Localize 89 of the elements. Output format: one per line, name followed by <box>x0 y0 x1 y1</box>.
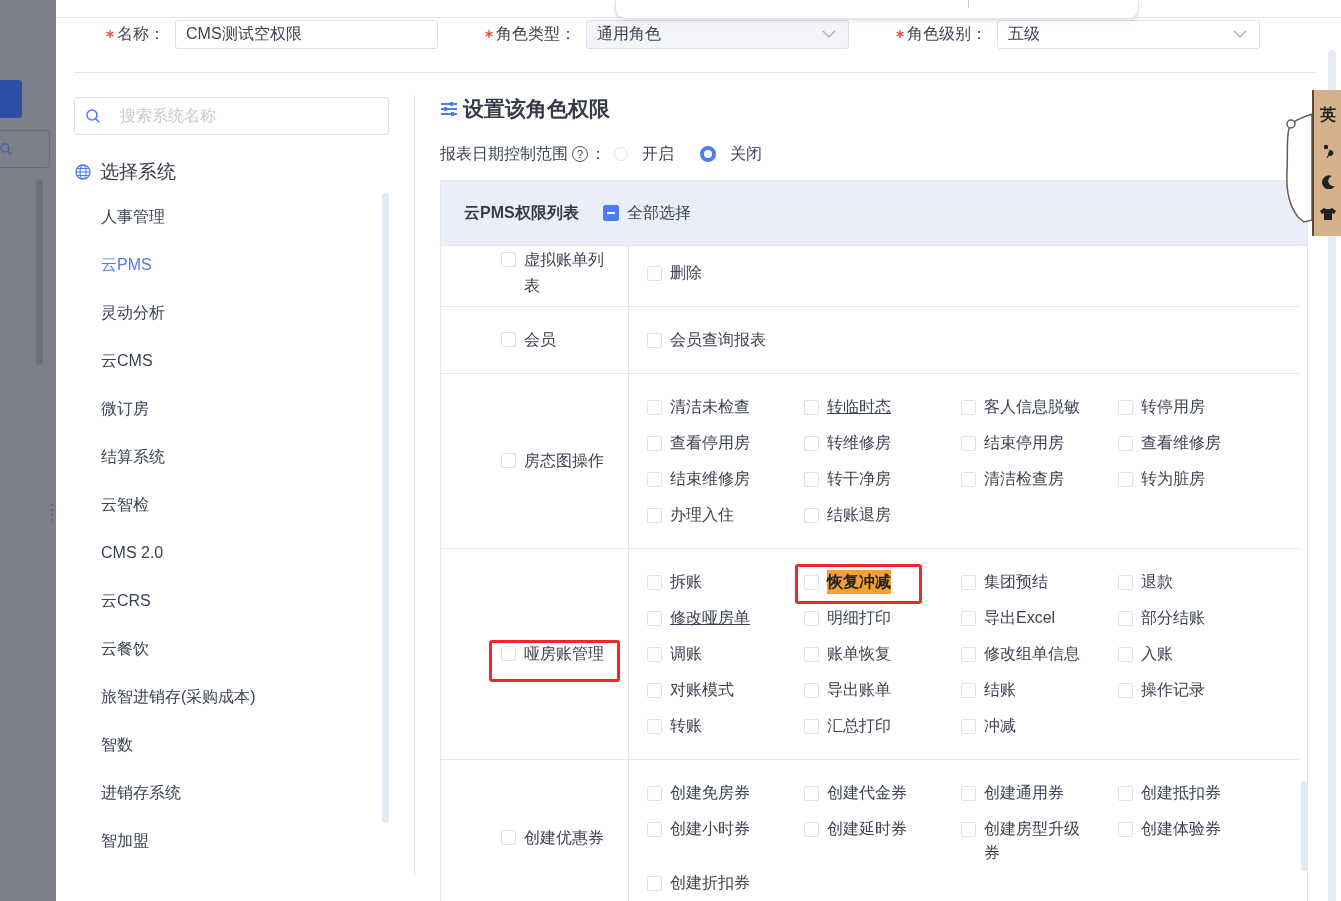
checkbox[interactable]: 导出Excel <box>961 600 1056 636</box>
sliders-icon <box>440 100 458 118</box>
system-list-item[interactable]: 云餐饮 <box>74 625 149 673</box>
input-field[interactable]: CMS测试空权限 <box>175 19 438 49</box>
system-list-item[interactable]: 云智检 <box>74 481 149 529</box>
punctuation-icon[interactable] <box>1321 143 1334 158</box>
system-list-item[interactable]: 智加盟 <box>74 817 149 865</box>
checkbox[interactable]: 操作记录 <box>1118 672 1205 708</box>
checkbox[interactable]: 客人信息脱敏 <box>961 389 1080 425</box>
checkbox[interactable]: 结账 <box>961 672 1016 708</box>
shirt-icon[interactable] <box>1318 207 1337 222</box>
system-list-item[interactable]: 智数 <box>74 721 133 769</box>
field-label: 角色类型： <box>496 23 576 44</box>
field-label: 角色级别： <box>907 23 987 44</box>
checkbox[interactable]: 创建折扣券 <box>647 865 750 901</box>
checkbox[interactable]: 查看停用房 <box>647 425 750 461</box>
section-title: 设置该角色权限 <box>463 96 610 122</box>
checkbox[interactable]: 创建体验券 <box>1118 811 1221 847</box>
checkbox[interactable]: 结束停用房 <box>961 425 1064 461</box>
select-field[interactable]: 五级 <box>997 19 1260 49</box>
checkbox[interactable]: 退款 <box>1118 564 1173 600</box>
system-list-item[interactable]: 微订房 <box>74 385 149 433</box>
checkbox[interactable]: 恢复冲减 <box>804 564 891 600</box>
system-list-item[interactable]: 云PMS <box>74 241 152 289</box>
system-list-item[interactable]: 进销存系统 <box>74 769 181 817</box>
field-label: ： <box>590 143 606 164</box>
checkbox[interactable]: 转维修房 <box>804 425 891 461</box>
checkbox[interactable]: 转干净房 <box>804 461 891 497</box>
checkbox[interactable]: 创建小时券 <box>647 811 750 847</box>
radio-option[interactable]: 关闭 <box>700 143 762 165</box>
checkbox[interactable]: 会员 <box>501 327 614 353</box>
checkbox[interactable]: 修改哑房单 <box>647 600 750 636</box>
checkbox[interactable]: 部分结账 <box>1118 600 1205 636</box>
checkbox[interactable]: 房态图操作 <box>501 448 614 474</box>
checkbox[interactable]: 查看维修房 <box>1118 425 1221 461</box>
system-list-item[interactable]: 云CMS <box>74 337 153 385</box>
chevron-down-icon <box>822 30 836 39</box>
search-field[interactable]: 搜索系统名称 <box>74 97 389 135</box>
system-list-item[interactable]: 旅智进销存(采购成本) <box>74 673 256 721</box>
system-list-item[interactable]: 云CRS <box>74 577 151 625</box>
system-list-item[interactable]: 结算系统 <box>74 433 165 481</box>
checkbox[interactable]: 清洁检查房 <box>961 461 1064 497</box>
chevron-down-icon <box>1233 30 1247 39</box>
checkbox[interactable]: 汇总打印 <box>804 708 891 744</box>
checkbox[interactable]: 虚拟账单列表 <box>501 247 614 299</box>
checkbox[interactable]: 创建延时券 <box>804 811 907 847</box>
system-list-item[interactable]: CMS 2.0 <box>74 529 164 577</box>
checkbox[interactable]: 冲减 <box>961 708 1016 744</box>
table-title: 云PMS权限列表 <box>464 202 579 223</box>
checkbox[interactable]: 结束维修房 <box>647 461 750 497</box>
checkbox[interactable]: 办理入住 <box>647 497 734 533</box>
checkbox[interactable]: 转临时态 <box>804 389 891 425</box>
checkbox[interactable]: 转为脏房 <box>1118 461 1205 497</box>
search-icon <box>86 109 100 123</box>
checkbox[interactable]: 转账 <box>647 708 702 744</box>
select-all-checkbox[interactable]: 全部选择 <box>602 202 691 224</box>
checkbox[interactable]: 结账退房 <box>804 497 891 533</box>
checkbox[interactable]: 创建通用券 <box>961 775 1064 811</box>
checkbox[interactable]: 创建免房券 <box>647 775 750 811</box>
field-label: 名称： <box>117 23 165 44</box>
section-title: 选择系统 <box>100 160 176 184</box>
system-list-item[interactable]: 灵动分析 <box>74 289 165 337</box>
checkbox[interactable]: 创建抵扣券 <box>1118 775 1221 811</box>
scrollbar[interactable] <box>382 193 389 823</box>
search-icon <box>0 142 12 156</box>
checkbox[interactable]: 删除 <box>647 255 702 291</box>
checkbox[interactable]: 对账模式 <box>647 672 734 708</box>
checkbox[interactable]: 创建优惠券 <box>501 825 614 851</box>
checkbox[interactable]: 账单恢复 <box>804 636 891 672</box>
checkbox[interactable]: 创建房型升级券 <box>961 811 1094 865</box>
checkbox[interactable]: 集团预结 <box>961 564 1048 600</box>
system-list-item[interactable]: 人事管理 <box>74 193 165 241</box>
checkbox[interactable]: 清洁未检查 <box>647 389 750 425</box>
field-label: 报表日期控制范围 <box>440 143 568 164</box>
checkbox[interactable]: 哑房账管理 <box>501 641 614 667</box>
scrollbar[interactable] <box>1301 781 1307 871</box>
checkbox[interactable]: 导出账单 <box>804 672 891 708</box>
checkbox[interactable]: 修改组单信息 <box>961 636 1080 672</box>
checkbox[interactable]: 调账 <box>647 636 702 672</box>
checkbox[interactable]: 创建代金券 <box>804 775 907 811</box>
checkbox[interactable]: 入账 <box>1118 636 1173 672</box>
globe-icon <box>75 164 91 180</box>
checkbox[interactable]: 明细打印 <box>804 600 891 636</box>
checkbox[interactable]: 会员查询报表 <box>647 322 766 358</box>
radio-option[interactable]: 开启 <box>614 143 674 165</box>
checkbox[interactable]: 拆账 <box>647 564 702 600</box>
checkbox[interactable]: 转停用房 <box>1118 389 1205 425</box>
moon-icon[interactable] <box>1319 175 1336 190</box>
language-indicator[interactable]: 英 <box>1319 104 1336 126</box>
